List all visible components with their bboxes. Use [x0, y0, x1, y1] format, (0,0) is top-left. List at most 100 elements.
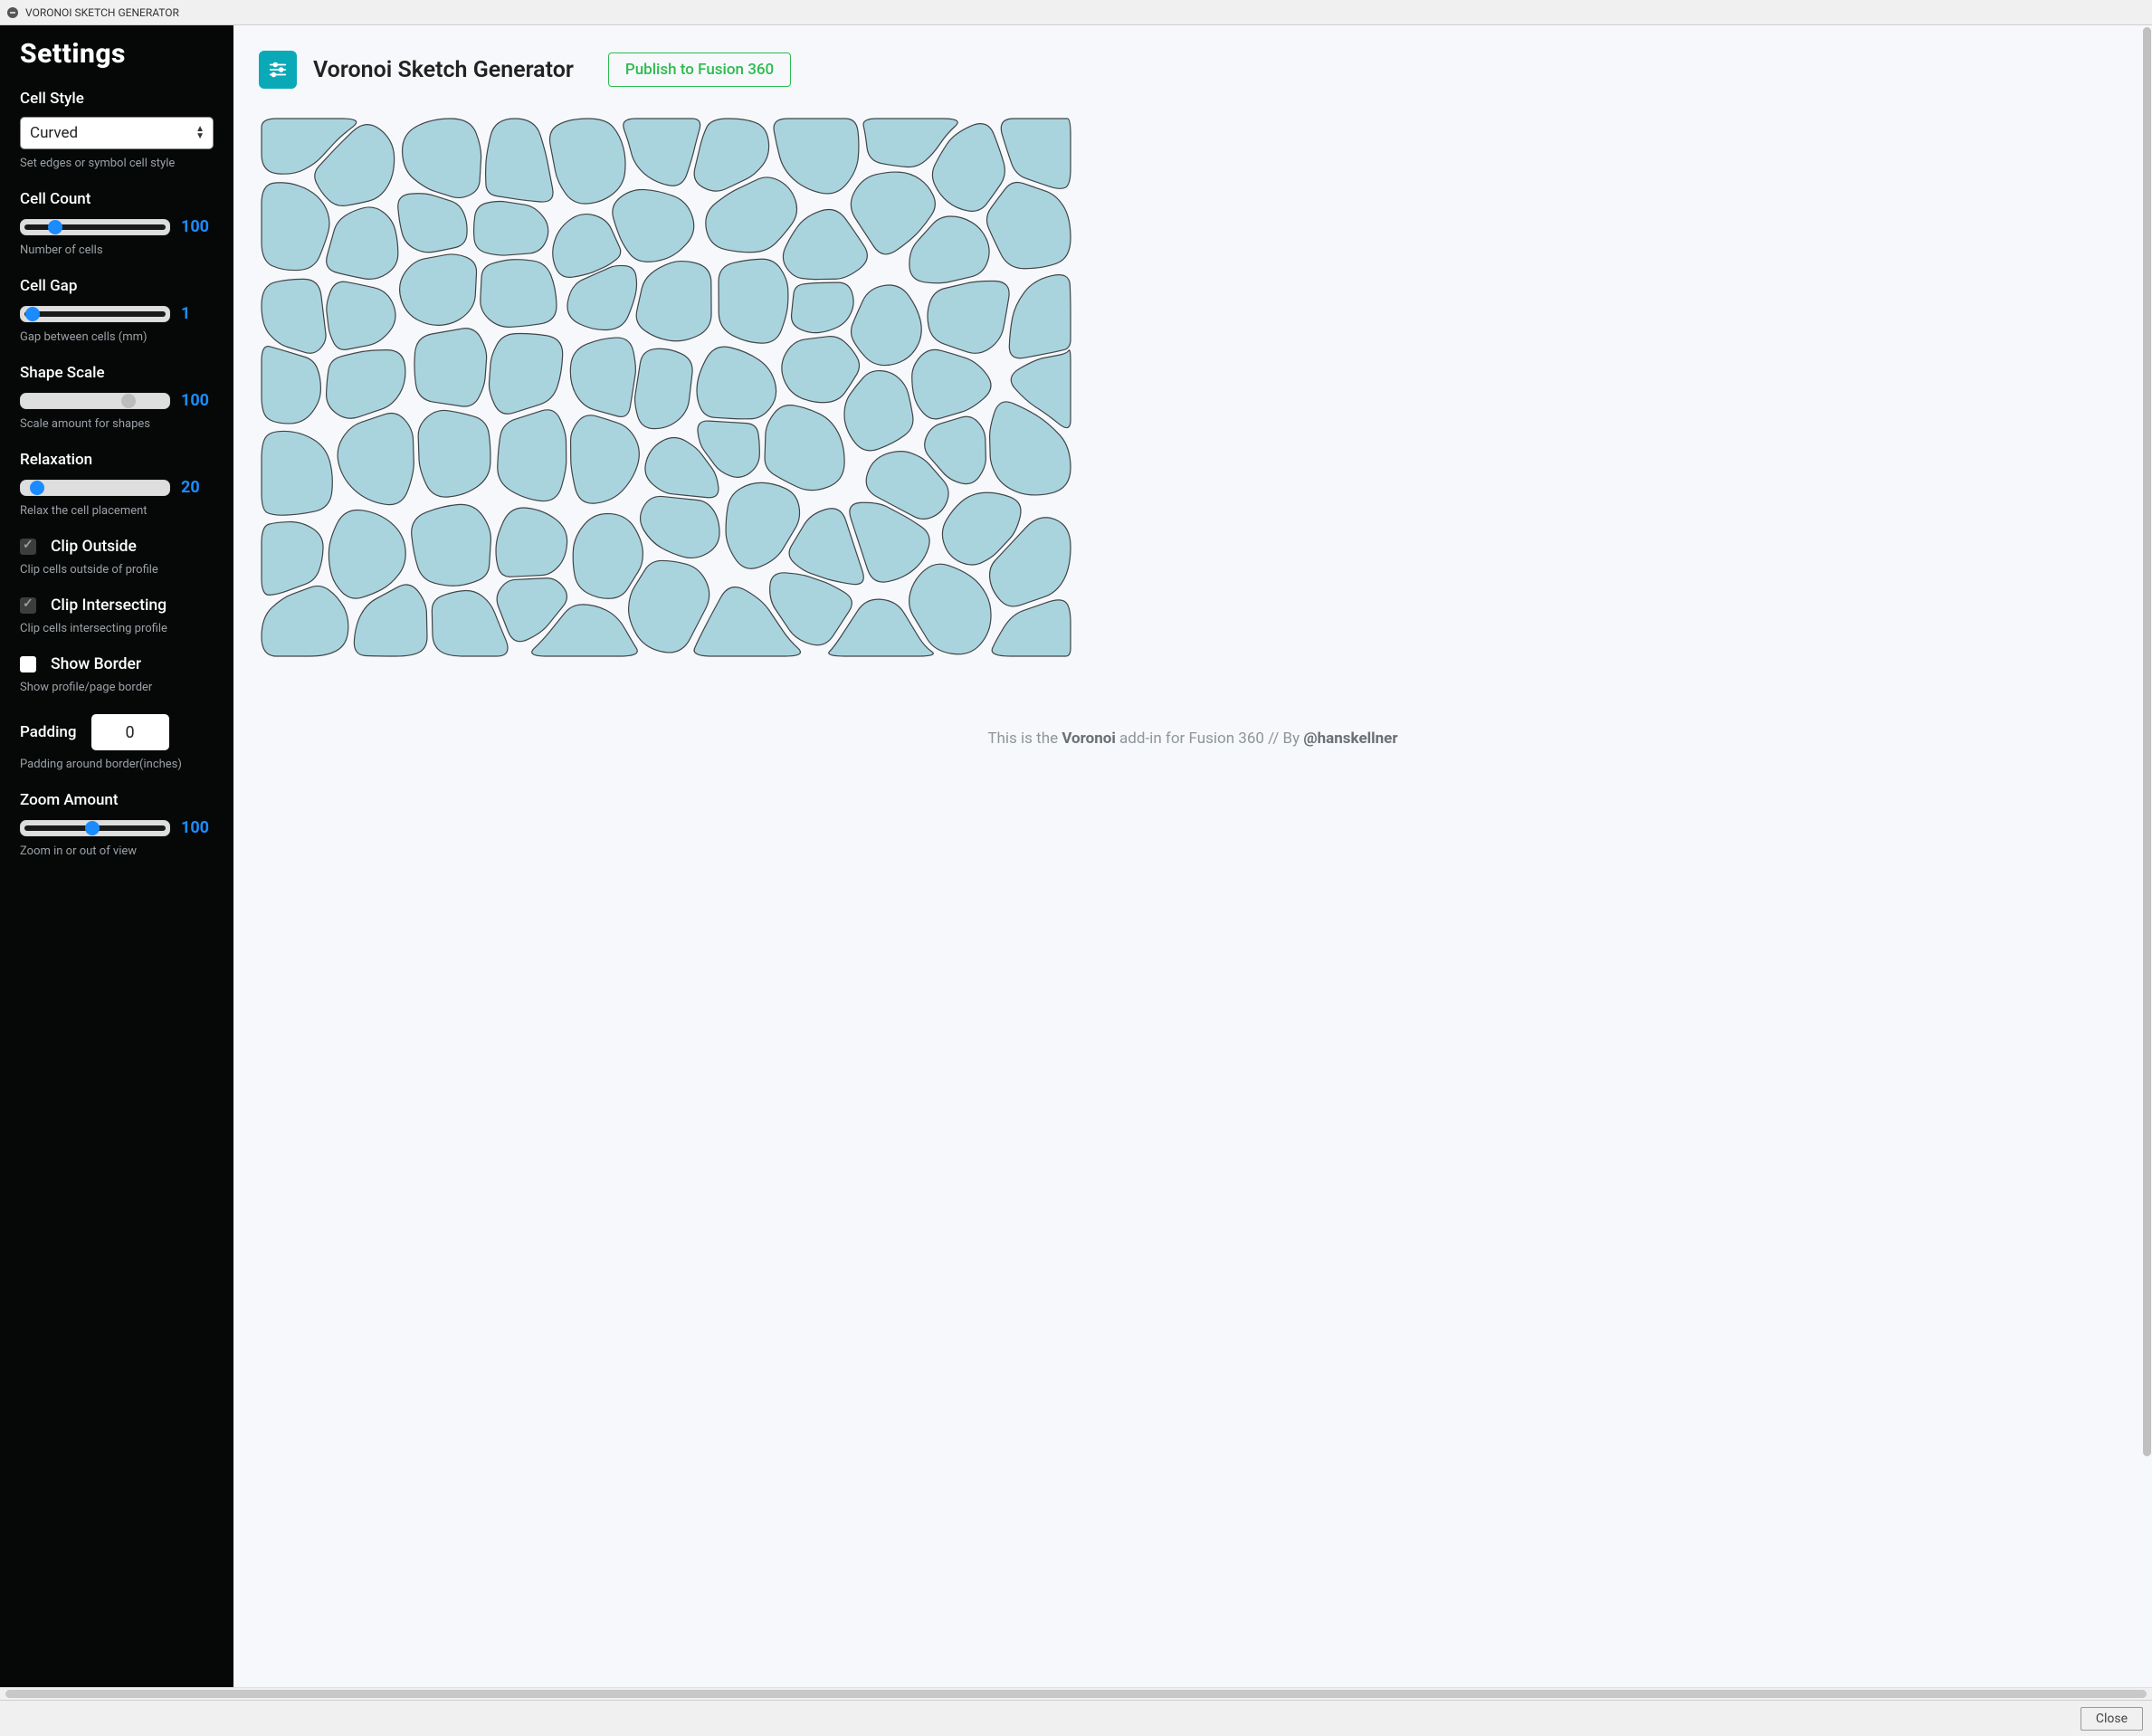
cell-count-slider[interactable]: [20, 219, 170, 235]
voronoi-cell: [262, 586, 348, 656]
voronoi-cell: [262, 347, 320, 424]
close-button[interactable]: Close: [2081, 1707, 2143, 1731]
voronoi-cell: [262, 183, 329, 271]
voronoi-cell: [327, 207, 398, 279]
publish-button[interactable]: Publish to Fusion 360: [608, 52, 791, 87]
voronoi-cell: [498, 410, 567, 501]
padding-label: Padding: [20, 723, 77, 741]
voronoi-cell: [489, 334, 562, 415]
clip-intersect-help: Clip cells intersecting profile: [20, 622, 214, 635]
shape-scale-value: 100: [181, 391, 214, 410]
voronoi-cell: [432, 590, 508, 656]
shape-scale-label: Shape Scale: [20, 364, 214, 382]
voronoi-cell: [403, 119, 481, 197]
cell-style-help: Set edges or symbol cell style: [20, 157, 214, 170]
voronoi-cell: [486, 119, 553, 202]
voronoi-cell: [1001, 119, 1071, 188]
voronoi-cell: [414, 329, 487, 406]
voronoi-cell: [418, 410, 490, 497]
zoom-slider[interactable]: [20, 820, 170, 836]
cell-count-value: 100: [181, 217, 214, 236]
footer-text: This is the Voronoi add-in for Fusion 36…: [259, 675, 2127, 766]
window-menu-icon[interactable]: [7, 7, 18, 18]
voronoi-cell: [327, 350, 405, 419]
voronoi-cell: [987, 182, 1071, 268]
voronoi-cell: [550, 119, 626, 204]
sliders-icon: [259, 51, 297, 89]
cell-style-group: Cell Style Curved ▲▼ Set edges or symbol…: [20, 90, 214, 170]
voronoi-cell: [329, 510, 405, 598]
zoom-group: Zoom Amount 100 Zoom in or out of view: [20, 791, 214, 858]
zoom-help: Zoom in or out of view: [20, 844, 214, 858]
clip-outside-label: Clip Outside: [51, 538, 137, 556]
cell-count-group: Cell Count 100 Number of cells: [20, 190, 214, 257]
cell-style-select[interactable]: Curved: [20, 117, 214, 149]
clip-outside-help: Clip cells outside of profile: [20, 563, 214, 577]
voronoi-cell: [412, 504, 491, 586]
cell-gap-group: Cell Gap 1 Gap between cells (mm): [20, 277, 214, 344]
shape-scale-slider[interactable]: [20, 393, 170, 409]
voronoi-cell: [573, 513, 643, 598]
dialog-button-bar: Close: [0, 1700, 2152, 1736]
voronoi-cell: [783, 209, 867, 279]
voronoi-cell: [726, 482, 799, 568]
voronoi-cell: [474, 202, 548, 256]
cell-style-label: Cell Style: [20, 90, 214, 108]
voronoi-cell: [641, 496, 719, 558]
voronoi-cell: [792, 282, 854, 332]
cell-count-label: Cell Count: [20, 190, 214, 208]
voronoi-cell: [262, 522, 323, 596]
voronoi-cell: [928, 281, 1009, 353]
relaxation-help: Relax the cell placement: [20, 504, 214, 518]
padding-input[interactable]: [91, 714, 169, 750]
voronoi-svg: [259, 116, 1073, 659]
show-border-help: Show profile/page border: [20, 681, 214, 694]
voronoi-cell: [697, 347, 776, 419]
show-border-group: Show Border Show profile/page border: [20, 655, 214, 694]
relaxation-value: 20: [181, 478, 214, 497]
voronoi-cell: [400, 254, 477, 325]
clip-outside-checkbox[interactable]: [20, 539, 36, 555]
voronoi-preview-canvas[interactable]: [259, 116, 1073, 659]
main-header: Voronoi Sketch Generator Publish to Fusi…: [259, 51, 2127, 89]
relaxation-slider[interactable]: [20, 480, 170, 496]
voronoi-cell: [338, 413, 414, 504]
settings-sidebar: Settings Cell Style Curved ▲▼ Set edges …: [0, 25, 233, 1687]
voronoi-cell: [765, 405, 844, 491]
main-title: Voronoi Sketch Generator: [313, 57, 574, 83]
clip-intersect-checkbox[interactable]: [20, 597, 36, 614]
cell-gap-label: Cell Gap: [20, 277, 214, 295]
voronoi-cell: [624, 119, 700, 186]
voronoi-cell: [912, 349, 991, 418]
voronoi-cell: [398, 194, 467, 253]
voronoi-cell: [613, 189, 694, 262]
voronoi-cell: [629, 560, 709, 653]
voronoi-cell: [1009, 275, 1071, 358]
vertical-scrollbar[interactable]: [2142, 25, 2152, 1687]
shape-scale-help: Scale amount for shapes: [20, 417, 214, 431]
voronoi-cell: [262, 279, 326, 353]
voronoi-cell: [635, 348, 693, 428]
relaxation-label: Relaxation: [20, 451, 214, 469]
author-link[interactable]: @hanskellner: [1303, 730, 1397, 748]
voronoi-cell: [481, 260, 557, 328]
padding-group: Padding Padding around border(inches): [20, 714, 214, 771]
horizontal-scrollbar[interactable]: [0, 1687, 2152, 1700]
window-titlebar: VORONOI SKETCH GENERATOR: [0, 0, 2152, 25]
clip-intersect-label: Clip Intersecting: [51, 596, 167, 615]
sidebar-heading: Settings: [20, 38, 214, 70]
show-border-checkbox[interactable]: [20, 656, 36, 672]
show-border-label: Show Border: [51, 655, 141, 673]
voronoi-cell: [327, 281, 395, 349]
voronoi-cell: [844, 371, 913, 451]
voronoi-cell: [262, 431, 332, 515]
cell-gap-slider[interactable]: [20, 306, 170, 322]
voronoi-cell: [636, 262, 711, 341]
voronoi-cell: [719, 259, 788, 343]
padding-help: Padding around border(inches): [20, 758, 214, 771]
voronoi-cell: [852, 285, 922, 366]
window-title: VORONOI SKETCH GENERATOR: [25, 6, 179, 19]
cell-count-help: Number of cells: [20, 243, 214, 257]
content-area: Settings Cell Style Curved ▲▼ Set edges …: [0, 25, 2152, 1687]
zoom-label: Zoom Amount: [20, 791, 214, 809]
